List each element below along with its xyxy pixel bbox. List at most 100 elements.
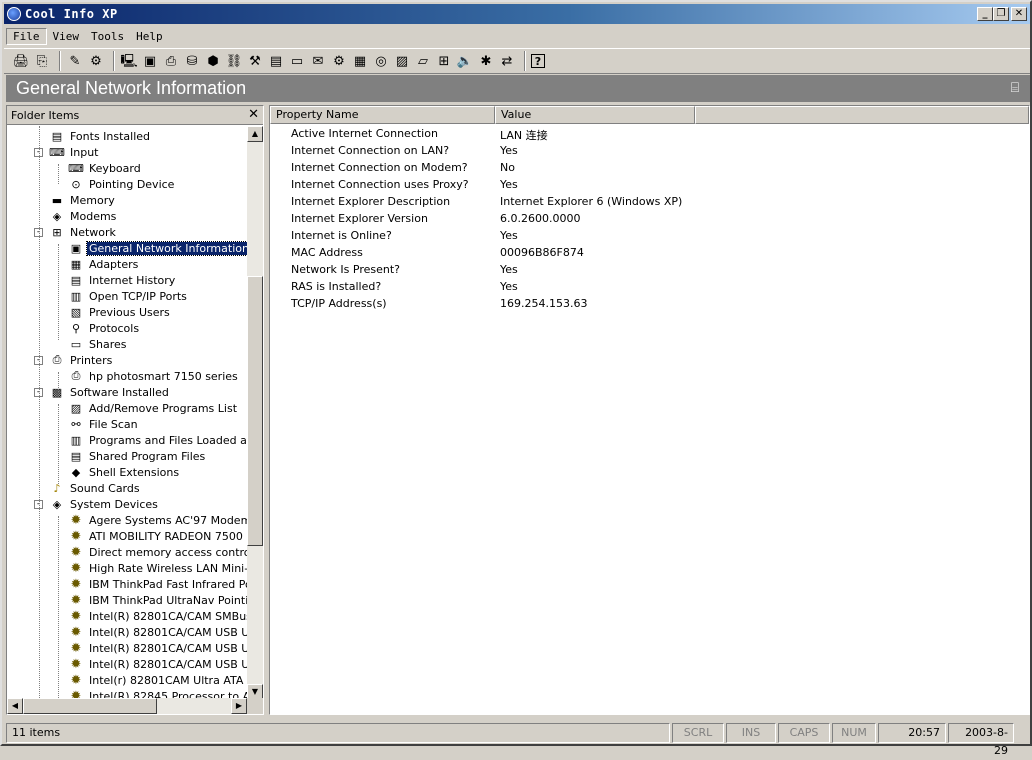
property-row[interactable]: Internet is Online? Yes — [270, 227, 1010, 244]
scroll-thumb[interactable] — [247, 276, 263, 546]
tree-guide-line — [58, 404, 59, 484]
printer-icon: ⎙ — [71, 369, 81, 382]
tree-item[interactable]: ✹ ATI MOBILITY RADEON 7500 — [68, 528, 245, 544]
tree-item[interactable]: ⎙ hp photosmart 7150 series — [68, 368, 240, 384]
scroll-left-button[interactable]: ◀ — [7, 698, 23, 714]
tree-item[interactable]: ▭ Shares — [68, 336, 128, 352]
cd-icon[interactable]: ◎ — [372, 52, 390, 70]
column-value[interactable]: Value — [495, 106, 695, 124]
tree-item[interactable]: ⚯ File Scan — [68, 416, 140, 432]
property-row[interactable]: Internet Explorer Version 6.0.2600.0000 — [270, 210, 1010, 227]
tree-item[interactable]: ⊞ Network — [49, 224, 118, 240]
property-row[interactable]: Active Internet Connection LAN 连接 — [270, 125, 1010, 142]
tree-item[interactable]: ✹ Intel(R) 82801CA/CAM USB Unive — [68, 624, 247, 640]
tree-item[interactable]: ▬ Memory — [49, 192, 117, 208]
tree-item[interactable]: ▦ Adapters — [68, 256, 140, 272]
tree-item[interactable]: ▩ Software Installed — [49, 384, 171, 400]
menu-view[interactable]: View — [47, 29, 86, 44]
tree-item[interactable]: ♪ Sound Cards — [49, 480, 142, 496]
menu-help[interactable]: Help — [130, 29, 169, 44]
tree-vertical-scrollbar[interactable]: ▲ ▼ — [247, 126, 263, 700]
scroll-up-button[interactable]: ▲ — [247, 126, 263, 142]
tree-guide-line — [39, 126, 40, 698]
column-property-name[interactable]: Property Name — [270, 106, 495, 124]
property-row[interactable]: TCP/IP Address(s) 169.254.153.63 — [270, 295, 1010, 312]
tree-item[interactable]: ⌨ Keyboard — [68, 160, 143, 176]
device-icon[interactable]: ⚙ — [330, 52, 348, 70]
tree-item[interactable]: ✹ High Rate Wireless LAN Mini-PCI A — [68, 560, 247, 576]
tree-item[interactable]: ✹ Intel(r) 82801CAM Ultra ATA Stor — [68, 672, 247, 688]
tree-item-label: Intel(r) 82801CAM Ultra ATA Stor — [89, 673, 247, 687]
tree-item[interactable]: ▥ Open TCP/IP Ports — [68, 288, 189, 304]
tree-item[interactable]: ✹ IBM ThinkPad Fast Infrared Port — [68, 576, 247, 592]
property-row[interactable]: Internet Connection uses Proxy? Yes — [270, 176, 1010, 193]
tree-item-label: Shell Extensions — [89, 465, 180, 479]
connections-icon[interactable]: ⇄ — [498, 52, 516, 70]
tree-item[interactable]: ▥ Programs and Files Loaded at Sta — [68, 432, 247, 448]
image-icon[interactable]: ▨ — [393, 52, 411, 70]
package-icon[interactable]: ⬢ — [204, 52, 222, 70]
speaker-icon[interactable]: 🔈 — [456, 52, 474, 70]
close-pane-icon[interactable]: ✕ — [248, 107, 259, 122]
tree-item[interactable]: ✹ Direct memory access controller — [68, 544, 247, 560]
tree-item[interactable]: ⊙ Pointing Device — [68, 176, 176, 192]
tree-item[interactable]: ▤ Internet History — [68, 272, 177, 288]
tree-item[interactable]: ◆ Shell Extensions — [68, 464, 181, 480]
edit-icon[interactable]: ✎ — [66, 52, 84, 70]
restore-button[interactable]: ❐ — [993, 7, 1009, 21]
tree-item[interactable]: ◈ Modems — [49, 208, 118, 224]
chip-icon[interactable]: ▦ — [351, 52, 369, 70]
property-row[interactable]: MAC Address 00096B86F874 — [270, 244, 1010, 261]
menu-file[interactable]: File — [6, 27, 47, 45]
tree-item[interactable]: ✹ IBM ThinkPad UltraNav Pointing D — [68, 592, 247, 608]
tree-item[interactable]: ◈ System Devices — [49, 496, 160, 512]
title-bar[interactable]: Cool Info XP _ ❐ ✕ — [4, 4, 1030, 24]
toolbar-separator — [113, 51, 115, 71]
minimize-button[interactable]: _ — [977, 7, 993, 21]
tree-item[interactable]: ▤ Fonts Installed — [49, 128, 152, 144]
copy-icon[interactable]: ⎘ — [33, 52, 51, 70]
tree-item-label: Intel(R) 82801CA/CAM USB Unive — [89, 657, 247, 671]
print-icon[interactable]: 🖨 — [12, 52, 30, 70]
property-row[interactable]: Network Is Present? Yes — [270, 261, 1010, 278]
memory-icon[interactable]: ▤ — [267, 52, 285, 70]
display-icon[interactable]: ▣ — [141, 52, 159, 70]
network-icon[interactable]: ⛓ — [225, 52, 243, 70]
tree-item[interactable]: ▣ General Network Information — [68, 240, 247, 256]
property-name: Internet Connection uses Proxy? — [291, 178, 469, 191]
computer-icon[interactable]: 🖳 — [120, 52, 138, 70]
folder2-icon[interactable]: ▱ — [414, 52, 432, 70]
tree-item[interactable]: ✹ Agere Systems AC'97 Modem #2 — [68, 512, 247, 528]
property-row[interactable]: Internet Explorer Description Internet Ex… — [270, 193, 1010, 210]
tree-item[interactable]: ⌨ Input — [49, 144, 100, 160]
tree-item[interactable]: ⚲ Protocols — [68, 320, 141, 336]
tools-icon[interactable]: ⚒ — [246, 52, 264, 70]
tree-item[interactable]: ⎙ Printers — [49, 352, 114, 368]
tree-item[interactable]: ▤ Shared Program Files — [68, 448, 207, 464]
close-button[interactable]: ✕ — [1011, 7, 1027, 21]
tree-item[interactable]: ▧ Previous Users — [68, 304, 172, 320]
options-icon[interactable]: ⚙ — [87, 52, 105, 70]
tree-item[interactable]: ✹ Intel(R) 82801CA/CAM USB Unive — [68, 640, 247, 656]
printer-icon[interactable]: ⎙ — [162, 52, 180, 70]
folder-icon[interactable]: ▭ — [288, 52, 306, 70]
tree-item[interactable]: ✹ Intel(R) 82845 Processor to AGP — [68, 688, 247, 699]
network2-icon[interactable]: ⊞ — [435, 52, 453, 70]
drives-icon[interactable]: ⛁ — [183, 52, 201, 70]
hscroll-thumb[interactable] — [23, 698, 157, 714]
settings-icon[interactable]: ✱ — [477, 52, 495, 70]
property-row[interactable]: Internet Connection on Modem? No — [270, 159, 1010, 176]
tree-item[interactable]: ✹ Intel(R) 82801CA/CAM SMBus Co — [68, 608, 247, 624]
tree-item[interactable]: ✹ Intel(R) 82801CA/CAM USB Unive — [68, 656, 247, 672]
menu-tools[interactable]: Tools — [85, 29, 130, 44]
property-value: 00096B86F874 — [500, 246, 584, 259]
shared-files-icon: ▤ — [70, 449, 82, 463]
scroll-right-button[interactable]: ▶ — [231, 698, 247, 714]
note-icon[interactable]: ✉ — [309, 52, 327, 70]
help-icon[interactable]: ? — [531, 54, 545, 68]
tree-item[interactable]: ▨ Add/Remove Programs List — [68, 400, 239, 416]
tree-horizontal-scrollbar[interactable]: ◀ ▶ — [7, 698, 247, 714]
property-row[interactable]: Internet Connection on LAN? Yes — [270, 142, 1010, 159]
tree-item-label: Modems — [70, 209, 117, 223]
property-row[interactable]: RAS is Installed? Yes — [270, 278, 1010, 295]
